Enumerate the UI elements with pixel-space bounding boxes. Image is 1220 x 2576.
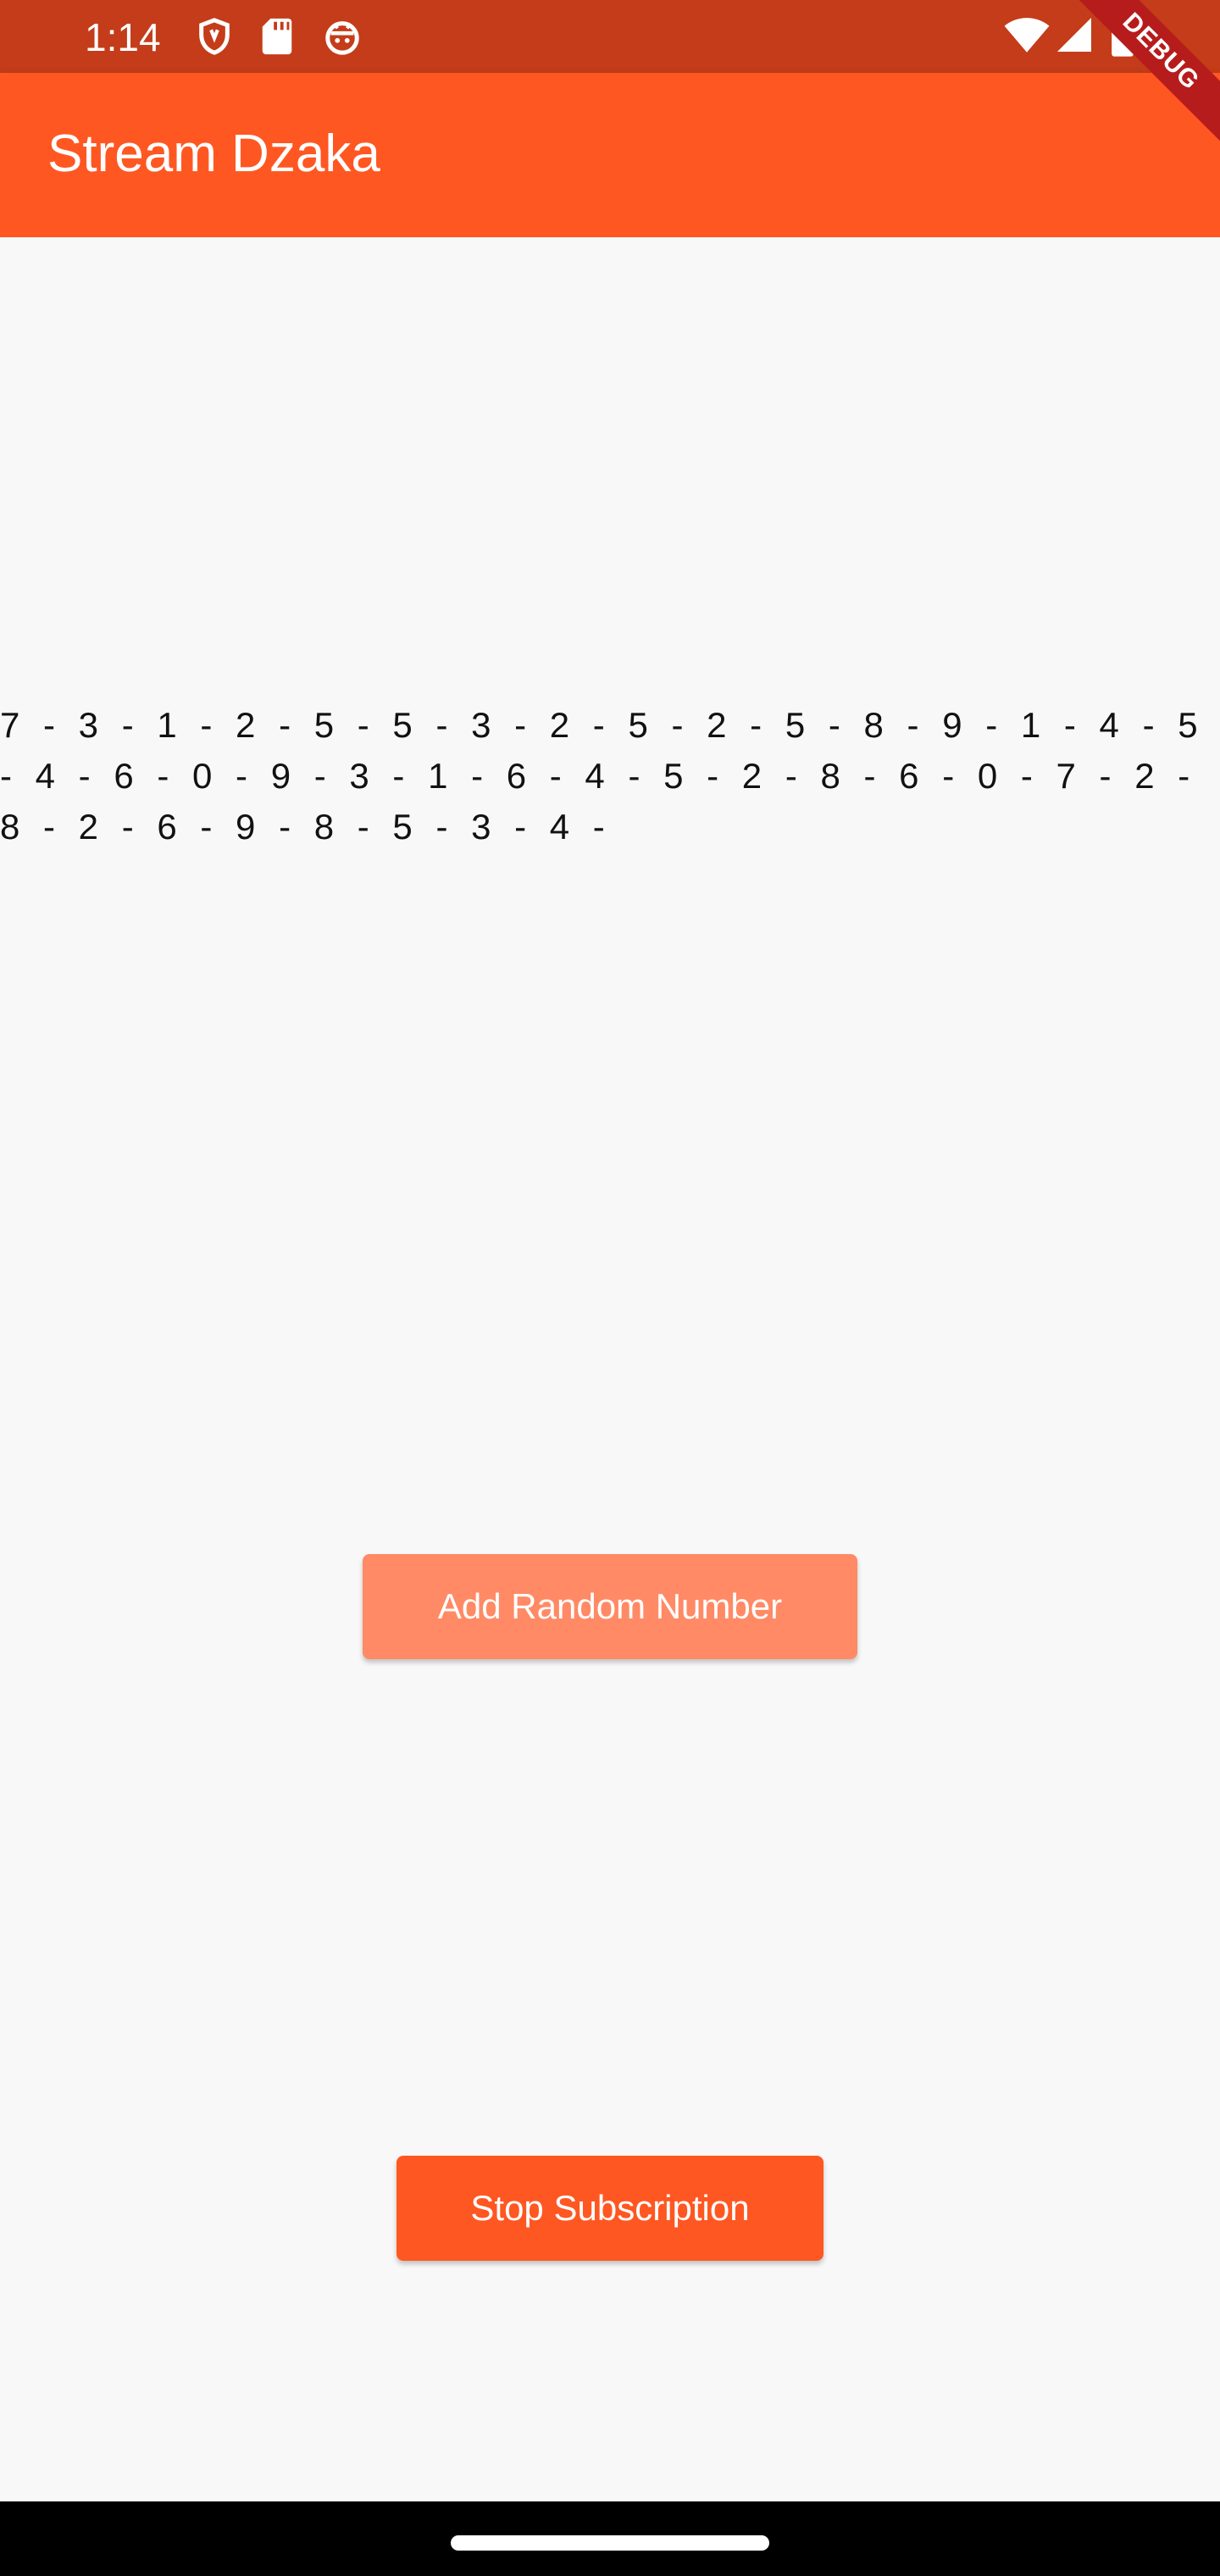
sd-card-icon [259, 17, 295, 59]
add-random-number-button[interactable]: Add Random Number [363, 1554, 857, 1659]
app-title: Stream Dzaka [47, 125, 380, 183]
status-bar: 1:14 [0, 0, 1220, 73]
navigation-bar [0, 2501, 1220, 2576]
android-face-icon [322, 17, 363, 59]
stop-subscription-button[interactable]: Stop Subscription [396, 2156, 824, 2261]
app-bar: Stream Dzaka [0, 73, 1220, 237]
main-content: 7 - 3 - 1 - 2 - 5 - 5 - 3 - 2 - 5 - 2 - … [0, 237, 1220, 2501]
shield-icon [195, 17, 234, 59]
status-time: 1:14 [85, 15, 161, 59]
stream-output-text: 7 - 3 - 1 - 2 - 5 - 5 - 3 - 2 - 5 - 2 - … [0, 705, 1198, 847]
wifi-icon [1003, 15, 1051, 58]
signal-icon [1056, 15, 1093, 58]
home-gesture-handle[interactable] [451, 2535, 769, 2551]
